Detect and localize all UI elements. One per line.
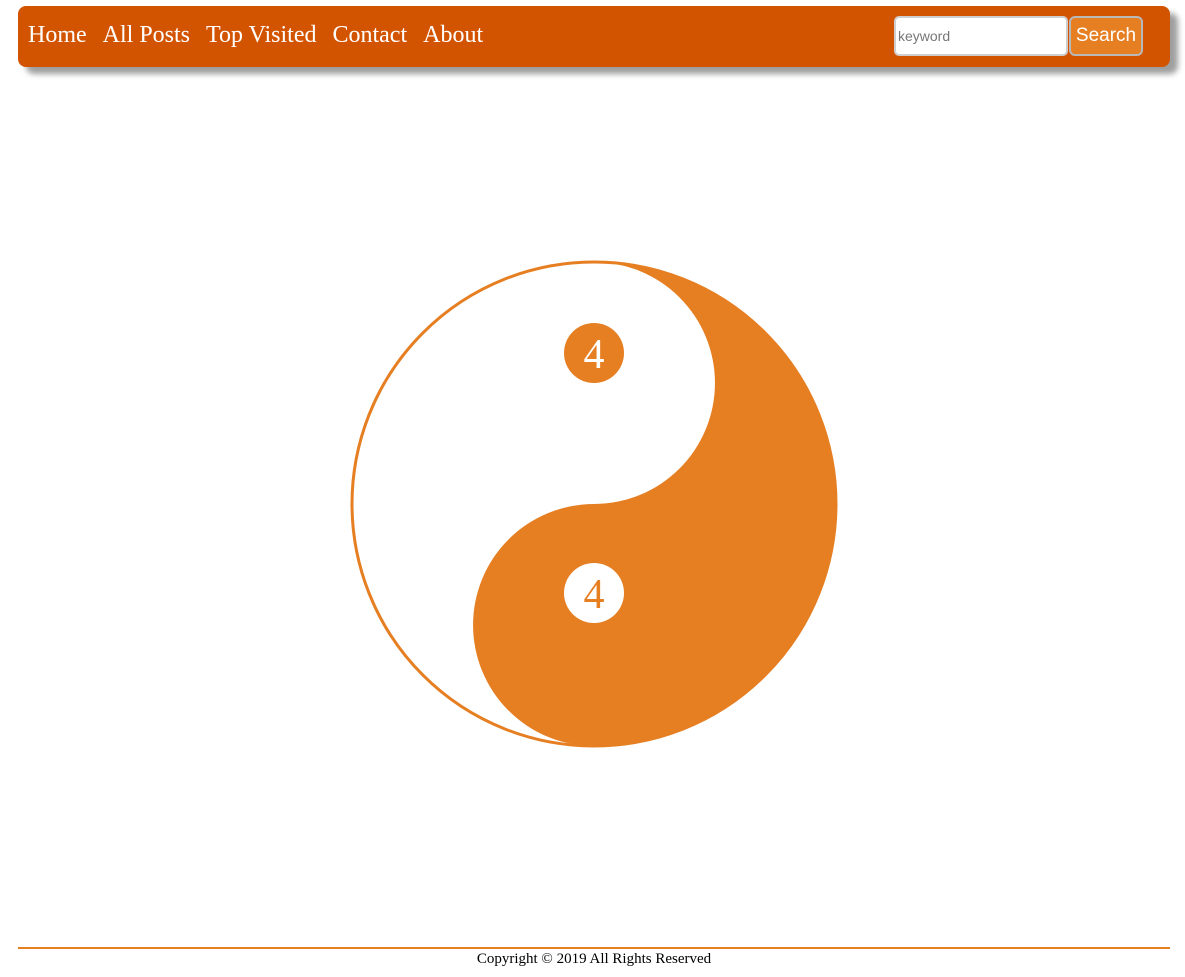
yin-yang-bottom-value: 4 [584, 572, 605, 618]
yin-yang-top-value: 4 [584, 332, 605, 378]
navbar: Home All Posts Top Visited Contact About… [18, 6, 1170, 67]
nav-link-home[interactable]: Home [28, 22, 87, 49]
nav-link-top-visited[interactable]: Top Visited [206, 22, 316, 49]
copyright-text: Copyright © 2019 All Rights Reserved [476, 951, 712, 967]
search-button[interactable]: Search [1069, 16, 1143, 56]
nav-link-contact[interactable]: Contact [332, 22, 407, 49]
footer-divider [18, 947, 1170, 949]
nav-links: Home All Posts Top Visited Contact About [28, 6, 483, 64]
search-input[interactable] [894, 16, 1068, 56]
nav-link-all-posts[interactable]: All Posts [103, 22, 190, 49]
yin-yang-graphic: 4 4 [350, 260, 838, 748]
nav-link-about[interactable]: About [423, 22, 483, 49]
